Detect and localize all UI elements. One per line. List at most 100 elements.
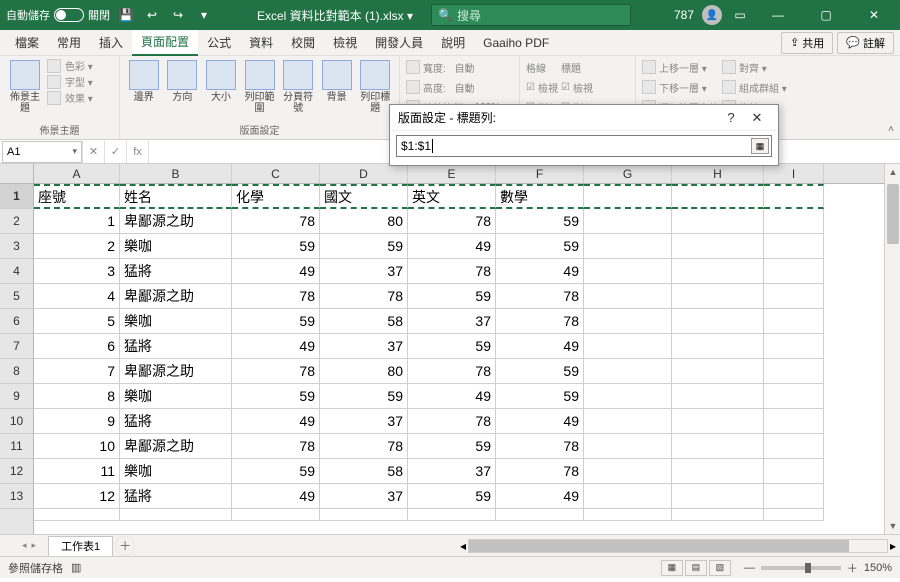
tab-home[interactable]: 常用 xyxy=(48,30,90,56)
cell[interactable]: 58 xyxy=(320,309,408,334)
cell[interactable]: 78 xyxy=(320,284,408,309)
headings-view-check[interactable]: ☑ 檢視 xyxy=(561,78,593,96)
cell[interactable]: 11 xyxy=(34,459,120,484)
cell[interactable] xyxy=(764,409,824,434)
scale-height[interactable]: 高度: 自動 xyxy=(406,78,513,96)
minimize-button[interactable]: — xyxy=(758,0,798,30)
cell[interactable] xyxy=(764,459,824,484)
cell[interactable]: 59 xyxy=(496,209,584,234)
cell[interactable]: 59 xyxy=(496,359,584,384)
size-button[interactable]: 大小 xyxy=(203,58,239,105)
cell[interactable] xyxy=(672,434,764,459)
cell[interactable]: 37 xyxy=(320,484,408,509)
hscroll-left-icon[interactable]: ◂ xyxy=(460,539,466,553)
cell[interactable]: 卑鄙源之助 xyxy=(120,359,232,384)
cell[interactable]: 1 xyxy=(34,209,120,234)
cell[interactable]: 59 xyxy=(232,459,320,484)
cell[interactable]: 49 xyxy=(232,334,320,359)
cell[interactable] xyxy=(672,459,764,484)
align-button[interactable]: 對齊 ▾ xyxy=(722,58,787,76)
macro-record-icon[interactable]: ▥ xyxy=(71,561,81,574)
cell[interactable]: 59 xyxy=(320,384,408,409)
cell[interactable]: 姓名 xyxy=(120,184,232,209)
cell[interactable]: 58 xyxy=(320,459,408,484)
cell[interactable] xyxy=(584,484,672,509)
col-header-A[interactable]: A xyxy=(34,164,120,183)
cell[interactable] xyxy=(584,184,672,209)
cell[interactable]: 80 xyxy=(320,359,408,384)
dialog-close-icon[interactable]: ✕ xyxy=(744,110,770,126)
cell[interactable]: 59 xyxy=(408,484,496,509)
cell[interactable]: 59 xyxy=(232,309,320,334)
cell[interactable] xyxy=(408,509,496,521)
row-header-2[interactable]: 2 xyxy=(0,209,33,234)
cell[interactable] xyxy=(672,384,764,409)
autosave-toggle[interactable]: 自動儲存 關閉 xyxy=(6,7,110,23)
cell[interactable] xyxy=(672,234,764,259)
cancel-formula-icon[interactable]: ✕ xyxy=(82,141,104,163)
col-header-D[interactable]: D xyxy=(320,164,408,183)
cell[interactable]: 12 xyxy=(34,484,120,509)
name-box[interactable]: A1▾ xyxy=(2,141,82,163)
sheet-tab-1[interactable]: 工作表1 xyxy=(48,536,113,556)
bring-forward-button[interactable]: 上移一層 ▾ xyxy=(642,58,719,76)
tab-insert[interactable]: 插入 xyxy=(90,30,132,56)
cell[interactable]: 37 xyxy=(408,309,496,334)
cell[interactable] xyxy=(320,509,408,521)
cell[interactable]: 78 xyxy=(408,209,496,234)
cell[interactable] xyxy=(672,259,764,284)
scroll-down-icon[interactable]: ▼ xyxy=(885,518,900,534)
cell[interactable] xyxy=(584,359,672,384)
cell[interactable]: 猛將 xyxy=(120,259,232,284)
cell[interactable]: 59 xyxy=(496,234,584,259)
collapse-ribbon-icon[interactable]: ˄ xyxy=(888,124,894,135)
cell[interactable]: 78 xyxy=(232,284,320,309)
row-header-4[interactable]: 4 xyxy=(0,259,33,284)
scroll-up-icon[interactable]: ▲ xyxy=(885,164,900,180)
zoom-in-button[interactable]: ＋ xyxy=(847,560,858,576)
cell[interactable]: 78 xyxy=(408,359,496,384)
margins-button[interactable]: 邊界 xyxy=(126,58,162,105)
cell[interactable]: 卑鄙源之助 xyxy=(120,434,232,459)
cell[interactable] xyxy=(584,284,672,309)
row-header-8[interactable]: 8 xyxy=(0,359,33,384)
cell[interactable]: 37 xyxy=(320,334,408,359)
cell[interactable]: 80 xyxy=(320,209,408,234)
zoom-out-button[interactable]: — xyxy=(744,562,755,574)
cell[interactable] xyxy=(764,484,824,509)
gridlines-view-check[interactable]: ☑ 檢視 xyxy=(526,78,558,96)
background-button[interactable]: 背景 xyxy=(319,58,355,105)
comments-button[interactable]: 💬 註解 xyxy=(837,32,894,54)
effects-button[interactable]: 效果 ▾ xyxy=(47,90,93,105)
cell[interactable] xyxy=(672,484,764,509)
cell[interactable]: 卑鄙源之助 xyxy=(120,209,232,234)
cell[interactable] xyxy=(764,284,824,309)
cell[interactable] xyxy=(120,509,232,521)
cell[interactable]: 49 xyxy=(232,484,320,509)
cell[interactable] xyxy=(584,509,672,521)
cell[interactable]: 49 xyxy=(408,234,496,259)
cell[interactable]: 59 xyxy=(232,234,320,259)
cell[interactable]: 4 xyxy=(34,284,120,309)
dialog-help-icon[interactable]: ? xyxy=(718,110,744,125)
cell[interactable] xyxy=(672,509,764,521)
zoom-level[interactable]: 150% xyxy=(864,562,892,574)
cell[interactable] xyxy=(232,509,320,521)
cell[interactable] xyxy=(584,334,672,359)
redo-icon[interactable]: ↪ xyxy=(168,5,188,25)
cell[interactable]: 49 xyxy=(496,334,584,359)
page-layout-view-button[interactable]: ▤ xyxy=(685,560,707,576)
cell[interactable]: 59 xyxy=(320,234,408,259)
cell[interactable]: 化學 xyxy=(232,184,320,209)
cell[interactable]: 49 xyxy=(408,384,496,409)
cell[interactable] xyxy=(672,409,764,434)
cell[interactable]: 49 xyxy=(496,484,584,509)
row-header-13[interactable]: 13 xyxy=(0,484,33,509)
tab-view[interactable]: 檢視 xyxy=(324,30,366,56)
cell[interactable]: 猛將 xyxy=(120,484,232,509)
cell[interactable]: 59 xyxy=(408,334,496,359)
cell[interactable]: 樂咖 xyxy=(120,384,232,409)
colors-button[interactable]: 色彩 ▾ xyxy=(47,58,93,73)
cell[interactable]: 國文 xyxy=(320,184,408,209)
row-header-12[interactable]: 12 xyxy=(0,459,33,484)
